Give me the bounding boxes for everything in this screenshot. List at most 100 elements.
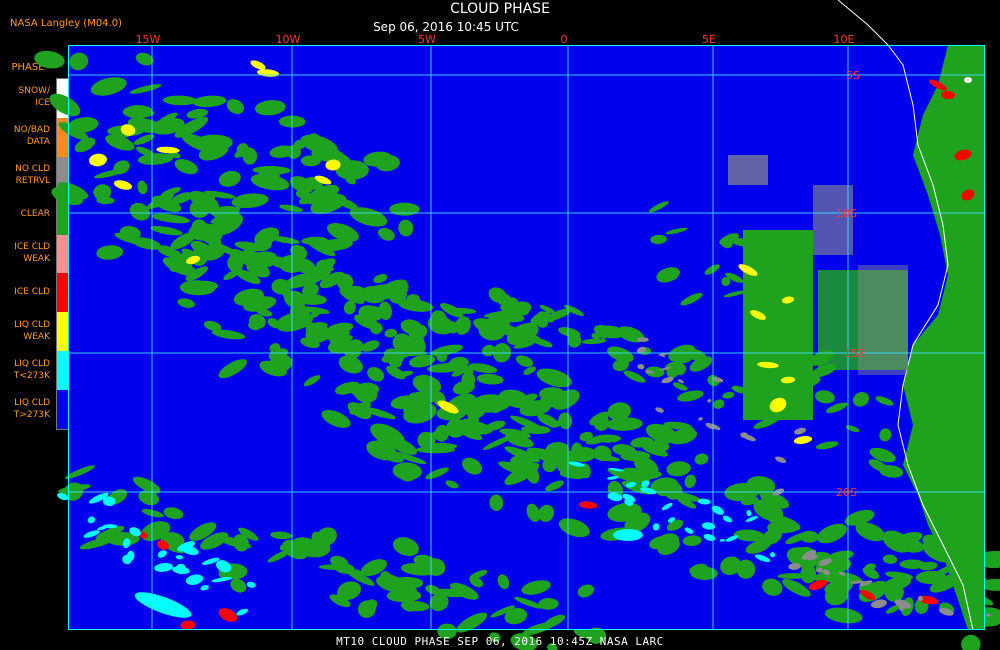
cloud-blob [661, 502, 673, 511]
longitude-label: 5W [418, 33, 436, 46]
latitude-label: 5S [846, 69, 860, 82]
cloud-blob [652, 523, 660, 531]
cloud-blob [279, 204, 304, 212]
cloud-blob [218, 359, 248, 379]
cloud-blob [577, 584, 595, 598]
legend-label: LIQ CLD T<273K [13, 358, 50, 381]
cloud-blob [623, 370, 646, 383]
cloud-blob [321, 410, 351, 428]
cloud-blob [154, 562, 174, 572]
cloud-blob [462, 457, 483, 475]
cloud-blob [89, 153, 107, 167]
cloud-blob [666, 519, 684, 531]
cloud-blob [793, 436, 813, 444]
cloud-blob [454, 316, 471, 335]
cloud-blob [879, 428, 892, 442]
cloud-blob [129, 202, 151, 221]
cloud-blob [200, 585, 209, 591]
cloud-blob [722, 515, 733, 523]
cloud-blob [698, 417, 703, 421]
cloud-blob [682, 535, 702, 546]
longitude-label: 5E [702, 33, 716, 46]
cloud-blob [151, 213, 190, 224]
cloud-blob [665, 227, 688, 235]
cloud-blob [96, 245, 124, 260]
legend-label: ICE CLD [14, 286, 50, 297]
cloud-blob [799, 530, 819, 543]
longitude-label: 15W [136, 33, 161, 46]
cloud-blob [236, 608, 249, 616]
cloud-blob [899, 559, 926, 569]
cloud-blob [794, 427, 806, 435]
cloud-blob [163, 507, 184, 520]
cloud-blob [875, 396, 894, 406]
cloud-blob [90, 77, 127, 96]
cloud-blob [218, 170, 241, 187]
cloud-blob [606, 417, 643, 431]
legend-label: CLEAR [20, 209, 50, 220]
latitude-label: 20S [836, 486, 857, 499]
cloud-blob [226, 99, 245, 114]
cloud-blob [129, 84, 162, 94]
cloud-blob [684, 527, 694, 534]
cloud-blob [497, 574, 510, 590]
cloud-blob [666, 461, 691, 477]
legend-label: LIQ CLD T>273K [13, 397, 50, 420]
no-retrieval-region [813, 185, 853, 255]
latitude-label: 10S [836, 207, 857, 220]
cloud-blob [177, 298, 196, 308]
cloud-blob [723, 290, 746, 298]
cloud-blob [373, 274, 388, 284]
cloud-blob [180, 620, 196, 630]
longitude-label: 10W [276, 33, 301, 46]
legend-label: NO CLD RETRVL [15, 164, 50, 187]
longitude-label: 10E [834, 33, 855, 46]
cloud-blob [824, 607, 863, 624]
cloud-blob [545, 480, 565, 492]
cloud-blob [852, 392, 870, 407]
cloud-phase-map: 15W 10W 5W 0 5E 10E 5S 10S 15S 20S [34, 0, 1000, 650]
cloud-blob [175, 555, 184, 560]
cloud-blob [254, 100, 286, 116]
cloud-blob [677, 390, 704, 402]
footer-caption: MT10 CLOUD PHASE SEP 06, 2016 10:45Z NAS… [336, 635, 664, 648]
cloud-blob [704, 264, 720, 275]
cloud-blob [775, 456, 787, 463]
cloud-blob [174, 159, 199, 175]
cloud-blob [303, 375, 321, 387]
cloud-blob [722, 391, 735, 399]
cloud-blob [87, 516, 96, 524]
no-retrieval-region [858, 265, 908, 375]
cloud-blob [817, 523, 848, 544]
cloud-blob [137, 180, 148, 195]
cloud-blob [456, 612, 488, 633]
cloud-blob [707, 399, 712, 403]
legend-label: SNOW/ ICE [18, 86, 50, 109]
cloud-blob [425, 467, 449, 480]
cloud-blob [713, 399, 725, 409]
cloud-blob [185, 574, 204, 585]
legend-label: LIQ CLD WEAK [14, 319, 50, 342]
cloud-blob [815, 441, 839, 450]
cloud-blob [655, 407, 664, 413]
cloud-blob [256, 69, 280, 77]
cloud-blob [648, 201, 669, 213]
cloud-blob [392, 462, 422, 480]
cloud-blob [762, 578, 783, 596]
cloud-blob [218, 608, 238, 622]
cloud-blob [378, 227, 395, 241]
longitude-label: 0 [561, 33, 568, 46]
cloud-blob [489, 494, 504, 511]
cloud-blob [246, 581, 256, 588]
cloud-blob [113, 180, 133, 190]
cloud-blob [521, 580, 551, 595]
cloud-blob [815, 390, 835, 404]
cloud-blob [172, 566, 190, 575]
cloud-blob [680, 292, 703, 306]
clear-region [743, 230, 813, 420]
cloud-blob [613, 529, 643, 541]
cloud-blob [703, 534, 716, 541]
cloud-blob [445, 480, 459, 489]
cloud-blob [427, 315, 454, 335]
cloud-blob [845, 425, 860, 433]
